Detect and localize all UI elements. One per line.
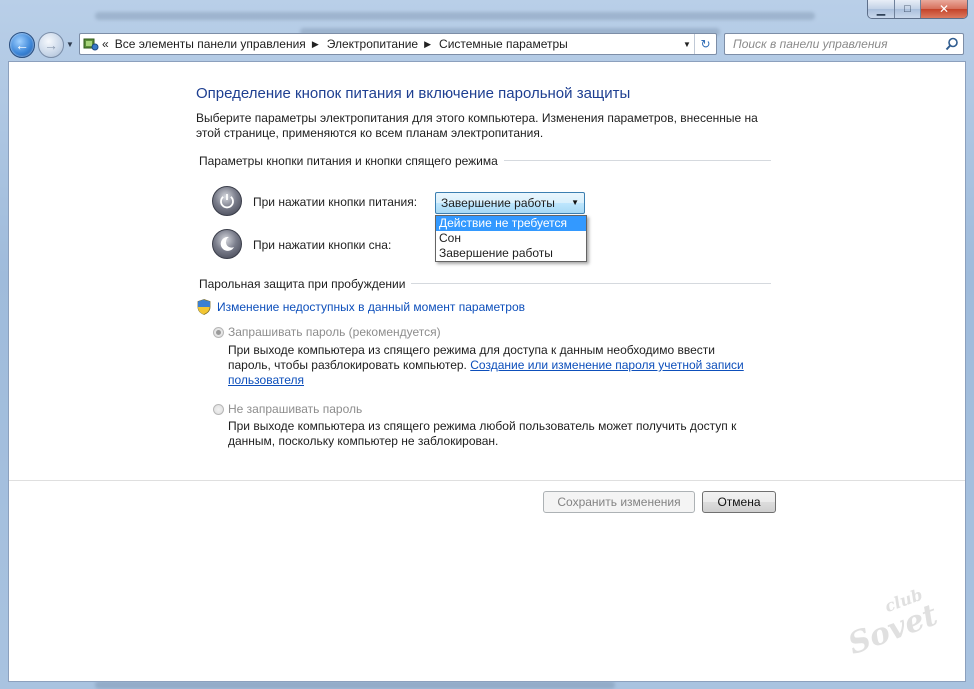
breadcrumb-item-power[interactable]: Электропитание: [327, 37, 418, 51]
maximize-button[interactable]: □: [895, 0, 921, 18]
search-placeholder: Поиск в панели управления: [733, 37, 888, 51]
dropdown-option-no-action[interactable]: Действие не требуется: [436, 216, 586, 231]
dropdown-option-shutdown[interactable]: Завершение работы: [436, 246, 586, 261]
require-password-radio[interactable]: [213, 327, 224, 338]
buttons-section-title: Параметры кнопки питания и кнопки спящег…: [199, 154, 504, 168]
cancel-button[interactable]: Отмена: [702, 491, 776, 513]
breadcrumb-item-system-settings[interactable]: Системные параметры: [439, 37, 568, 51]
back-arrow-icon: ←: [15, 37, 29, 53]
back-button[interactable]: ←: [9, 32, 35, 58]
recent-pages-dropdown[interactable]: ▼: [64, 38, 76, 50]
forward-arrow-icon: →: [44, 37, 58, 53]
footer-divider: [9, 480, 965, 481]
power-action-select[interactable]: Завершение работы ▼: [435, 192, 585, 214]
page-description: Выберите параметры электропитания для эт…: [196, 111, 758, 140]
sleep-button-icon: [212, 229, 242, 259]
page-title: Определение кнопок питания и включение п…: [196, 85, 631, 102]
sleep-button-label: При нажатии кнопки сна:: [253, 238, 392, 252]
power-action-dropdown-list: Действие не требуется Сон Завершение раб…: [435, 215, 587, 262]
no-password-description: При выходе компьютера из спящего режима …: [228, 419, 737, 448]
dropdown-option-sleep[interactable]: Сон: [436, 231, 586, 246]
content-pane: Определение кнопок питания и включение п…: [8, 61, 966, 682]
search-input[interactable]: Поиск в панели управления: [724, 33, 964, 55]
breadcrumb: « Все элементы панели управления ▶ Элект…: [102, 34, 568, 54]
password-section-title: Парольная защита при пробуждении: [199, 277, 412, 291]
breadcrumb-item-all-control-panel[interactable]: Все элементы панели управления: [115, 37, 306, 51]
window-frame: ▁ □ ✕ ← → ▼ « Все элементы панели управл…: [0, 0, 974, 689]
uac-shield-icon: [197, 299, 211, 315]
save-button[interactable]: Сохранить изменения: [543, 491, 695, 513]
background-blur-text: [95, 681, 615, 689]
breadcrumb-separator-icon[interactable]: ▶: [424, 39, 431, 50]
refresh-icon[interactable]: ↻: [694, 34, 716, 54]
address-bar[interactable]: « Все элементы панели управления ▶ Элект…: [79, 33, 717, 55]
require-password-label[interactable]: Запрашивать пароль (рекомендуется): [228, 325, 441, 339]
require-password-description: При выходе компьютера из спящего режима …: [228, 343, 758, 388]
power-button-label: При нажатии кнопки питания:: [253, 195, 418, 209]
control-panel-icon: [83, 38, 99, 51]
background-blur-text: [95, 12, 815, 20]
site-watermark-logo: club Sovet: [843, 584, 943, 662]
chevron-down-icon: ▼: [571, 198, 579, 207]
breadcrumb-overflow-icon[interactable]: «: [102, 37, 109, 51]
power-button-icon: [212, 186, 242, 216]
close-button[interactable]: ✕: [921, 0, 967, 18]
address-dropdown-icon[interactable]: ▼: [680, 34, 694, 54]
breadcrumb-separator-icon[interactable]: ▶: [312, 39, 319, 50]
change-unavailable-settings-link[interactable]: Изменение недоступных в данный момент па…: [217, 300, 525, 314]
window-caption-buttons: ▁ □ ✕: [867, 0, 968, 19]
no-password-radio[interactable]: [213, 404, 224, 415]
no-password-label[interactable]: Не запрашивать пароль: [228, 402, 362, 416]
forward-button[interactable]: →: [38, 32, 64, 58]
minimize-button[interactable]: ▁: [868, 0, 895, 18]
power-action-value: Завершение работы: [441, 196, 555, 210]
search-icon[interactable]: [945, 37, 959, 51]
